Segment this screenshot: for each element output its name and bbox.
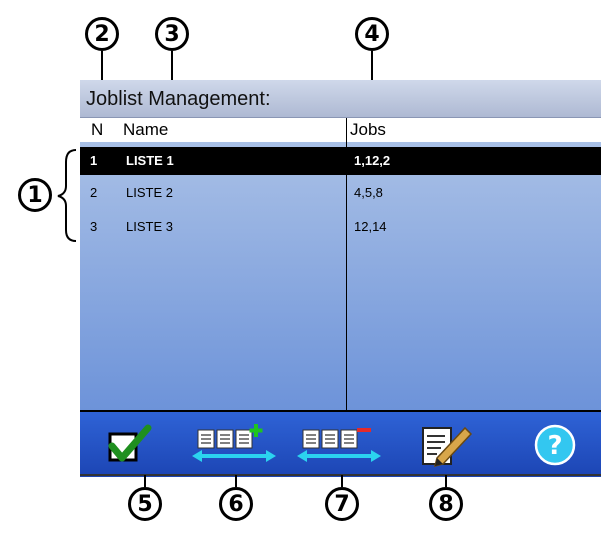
table-row[interactable]: 2 LISTE 2 4,5,8 bbox=[80, 179, 601, 207]
row-name: LISTE 3 bbox=[126, 219, 173, 234]
table-header: N Name Jobs bbox=[80, 118, 601, 143]
callout-6: 6 bbox=[219, 487, 253, 521]
add-list-icon bbox=[192, 424, 276, 462]
remove-list-button[interactable] bbox=[295, 422, 385, 468]
add-list-button[interactable] bbox=[190, 422, 280, 468]
table-row[interactable]: 1 LISTE 1 1,12,2 bbox=[80, 147, 601, 175]
checkbox-check-icon bbox=[108, 424, 152, 462]
help-icon: ? bbox=[534, 424, 576, 466]
row-jobs: 4,5,8 bbox=[354, 185, 383, 200]
callout-2: 2 bbox=[85, 17, 119, 51]
edit-notepad-icon bbox=[422, 426, 473, 468]
row-number: 1 bbox=[90, 153, 98, 168]
callout-2-leader bbox=[101, 51, 103, 80]
row-name: LISTE 2 bbox=[126, 185, 173, 200]
column-header-jobs[interactable]: Jobs bbox=[350, 120, 386, 140]
table-row[interactable]: 3 LISTE 3 12,14 bbox=[80, 213, 601, 241]
row-number: 2 bbox=[90, 185, 98, 200]
column-header-name[interactable]: Name bbox=[123, 120, 168, 140]
callout-7: 7 bbox=[325, 487, 359, 521]
callout-4-leader bbox=[371, 51, 373, 80]
column-separator bbox=[346, 118, 347, 410]
callout-3-leader bbox=[171, 51, 173, 80]
joblist-table: 1 LISTE 1 1,12,2 2 LISTE 2 4,5,8 3 LISTE… bbox=[80, 142, 601, 410]
callout-3: 3 bbox=[155, 17, 189, 51]
remove-list-icon bbox=[297, 428, 381, 462]
row-brace bbox=[57, 149, 77, 242]
callout-4: 4 bbox=[355, 17, 389, 51]
help-button[interactable]: ? bbox=[525, 422, 585, 468]
window-title: Joblist Management: bbox=[80, 80, 601, 118]
callout-8-leader bbox=[445, 475, 447, 487]
row-jobs: 12,14 bbox=[354, 219, 387, 234]
callout-1: 1 bbox=[18, 178, 52, 212]
column-header-n[interactable]: N bbox=[91, 120, 103, 140]
callout-7-leader bbox=[341, 475, 343, 487]
confirm-button[interactable] bbox=[100, 422, 160, 468]
row-number: 3 bbox=[90, 219, 98, 234]
callout-8: 8 bbox=[429, 487, 463, 521]
callout-5: 5 bbox=[128, 487, 162, 521]
callout-5-leader bbox=[144, 475, 146, 487]
help-glyph: ? bbox=[547, 431, 562, 461]
callout-6-leader bbox=[235, 475, 237, 487]
row-name: LISTE 1 bbox=[126, 153, 174, 168]
toolbar: ? bbox=[80, 410, 601, 477]
edit-button[interactable] bbox=[415, 422, 475, 468]
row-jobs: 1,12,2 bbox=[354, 153, 391, 168]
joblist-window: Joblist Management: N Name Jobs 1 LISTE … bbox=[80, 80, 601, 477]
